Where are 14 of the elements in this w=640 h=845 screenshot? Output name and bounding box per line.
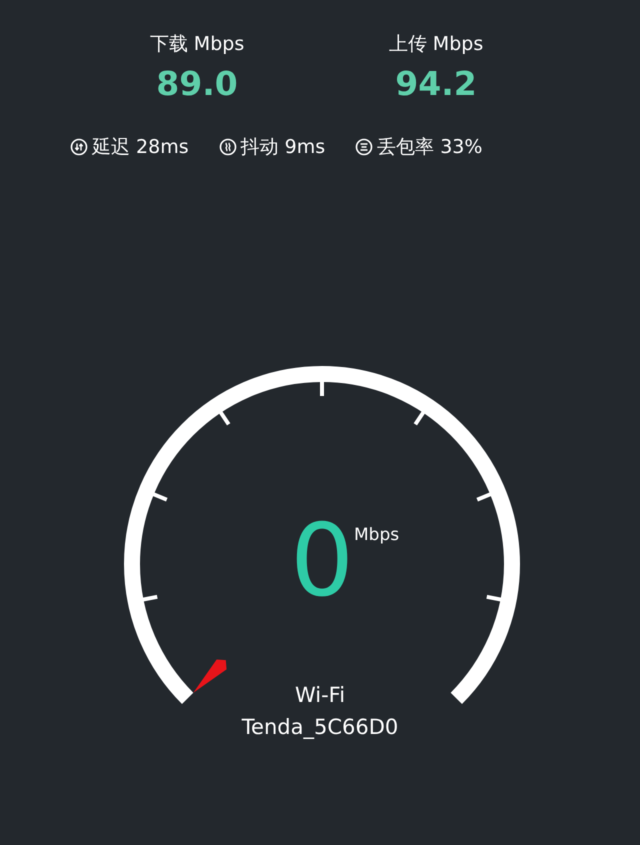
lines-icon: [355, 138, 374, 156]
result-value: 94.2: [395, 64, 477, 104]
result-label: 上传 Mbps: [388, 32, 484, 57]
stat-text: 延迟 28ms: [92, 135, 189, 160]
network-type: Wi-Fi: [294, 682, 346, 709]
result-value: 89.0: [156, 64, 238, 104]
stat-text: 抖动 9ms: [240, 135, 326, 160]
wave-icon: [218, 138, 237, 156]
result-label: 下载 Mbps: [150, 32, 244, 57]
gauge-needle: [193, 659, 227, 693]
speed-unit: Mbps: [354, 524, 400, 546]
stat-text: 丢包率 33%: [377, 135, 482, 160]
network-name: Tenda_5C66D0: [240, 714, 400, 741]
latency-icon: [70, 138, 88, 156]
